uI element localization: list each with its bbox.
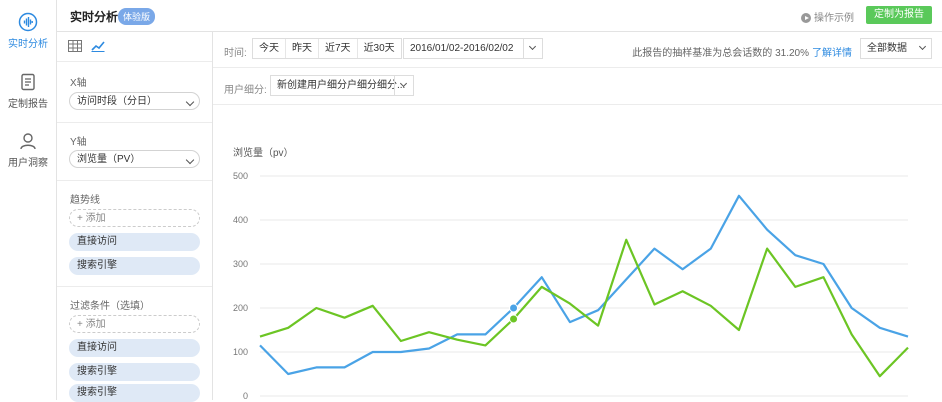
nav-item-custom-report[interactable]: 定制报告	[0, 72, 56, 110]
save-as-report-button[interactable]: 定制为报告	[866, 6, 932, 24]
page-header: 实时分析 体验版 操作示例 定制为报告	[57, 0, 942, 32]
trend-line-item[interactable]: 搜索引擎	[69, 257, 200, 275]
demo-label: 操作示例	[814, 13, 854, 24]
divider	[57, 122, 212, 123]
app-window: 实时分析 定制报告 用户洞察 实时分析 体验版 操作示例 定制为报告 X轴 访问…	[0, 0, 942, 402]
waveform-icon	[18, 12, 38, 32]
chevron-down-icon	[185, 97, 195, 107]
report-icon	[21, 73, 35, 91]
y-tick-labels: 0 100 200 300 400 500	[233, 171, 248, 400]
date-range-picker[interactable]: 2016/01/02-2016/02/02	[403, 38, 543, 59]
data-scope-select[interactable]: 全部数据	[860, 38, 932, 59]
filter-label: 过滤条件（选填）	[70, 301, 150, 312]
dropdown-toggle	[523, 39, 542, 58]
range-option-7days[interactable]: 近7天	[319, 39, 358, 58]
divider	[57, 61, 212, 62]
time-label: 时间:	[224, 48, 247, 59]
nav-label: 实时分析	[8, 39, 48, 50]
highlight-points	[509, 303, 519, 324]
line-chart-icon[interactable]	[91, 40, 105, 53]
learn-more-link[interactable]: 了解详情	[812, 44, 852, 59]
chevron-down-icon	[528, 42, 537, 51]
edition-badge: 体验版	[118, 8, 156, 25]
sampling-note: 此报告的抽样基准为总会话数的 31.20%	[632, 48, 809, 59]
user-segment-select[interactable]: 新创建用户细分户细分细分...	[270, 75, 414, 96]
y-axis-select[interactable]: 浏览量（PV）	[69, 150, 200, 168]
page-title: 实时分析	[70, 10, 119, 24]
data-point[interactable]	[509, 314, 519, 324]
divider	[57, 286, 212, 287]
play-icon	[801, 13, 811, 24]
nav-label: 定制报告	[8, 99, 48, 110]
y-tick-label: 400	[233, 215, 248, 225]
line-chart: 浏览量（pv） 0 100 200 300 400 500	[213, 105, 942, 400]
y-tick-label: 500	[233, 171, 248, 181]
grid-lines	[260, 175, 908, 397]
filter-item[interactable]: 直接访问	[69, 339, 200, 357]
series-lines	[259, 194, 909, 378]
user-segment-label: 用户细分:	[224, 85, 267, 96]
x-axis-label: X轴	[70, 78, 87, 89]
user-segment-bar: 用户细分: 新创建用户细分户细分细分...	[213, 68, 942, 105]
chart-canvas: 浏览量（pv） 0 100 200 300 400 500	[233, 146, 909, 400]
y-tick-label: 0	[243, 391, 248, 400]
user-segment-value: 新创建用户细分户细分细分...	[277, 80, 406, 91]
add-trend-line-button[interactable]: + 添加	[69, 209, 200, 227]
chevron-down-icon	[918, 42, 927, 51]
data-point[interactable]	[509, 303, 519, 313]
y-tick-label: 100	[233, 347, 248, 357]
time-range-selector: 今天 昨天 近7天 近30天	[252, 38, 402, 59]
demo-link[interactable]: 操作示例	[801, 9, 854, 24]
y-axis-title: 浏览量（pv）	[233, 146, 294, 159]
table-icon[interactable]	[68, 40, 82, 53]
time-filter-bar: 时间: 今天 昨天 近7天 近30天 2016/01/02-2016/02/02…	[213, 32, 942, 68]
config-panel: X轴 访问时段（分日） Y轴 浏览量（PV） 趋势线 + 添加 直接访问 搜索引…	[57, 32, 213, 402]
series-line-0	[259, 194, 909, 376]
y-tick-label: 300	[233, 259, 248, 269]
trend-line-item[interactable]: 直接访问	[69, 233, 200, 251]
y-tick-label: 200	[233, 303, 248, 313]
range-option-yesterday[interactable]: 昨天	[286, 39, 319, 58]
nav-label: 用户洞察	[8, 158, 48, 169]
left-nav: 实时分析 定制报告 用户洞察	[0, 0, 57, 400]
y-axis-label: Y轴	[70, 137, 87, 148]
divider	[57, 180, 212, 181]
data-scope-value: 全部数据	[867, 43, 907, 54]
x-axis-select[interactable]: 访问时段（分日）	[69, 92, 200, 110]
filter-item[interactable]: 搜索引擎	[69, 363, 200, 381]
range-option-today[interactable]: 今天	[253, 39, 286, 58]
chevron-down-icon	[399, 79, 408, 88]
user-icon	[20, 133, 36, 150]
nav-item-user-insight[interactable]: 用户洞察	[0, 131, 56, 169]
x-axis-value: 访问时段（分日）	[77, 96, 157, 107]
trend-line-label: 趋势线	[70, 195, 100, 206]
y-axis-value: 浏览量（PV）	[77, 154, 141, 165]
dropdown-toggle	[394, 76, 413, 95]
filter-item[interactable]: 搜索引擎	[69, 384, 200, 402]
chart-type-tabs	[68, 40, 111, 53]
nav-item-realtime[interactable]: 实时分析	[0, 12, 56, 50]
range-option-30days[interactable]: 近30天	[358, 39, 401, 58]
chevron-down-icon	[185, 155, 195, 165]
add-filter-button[interactable]: + 添加	[69, 315, 200, 333]
date-range-value: 2016/01/02-2016/02/02	[410, 43, 514, 54]
